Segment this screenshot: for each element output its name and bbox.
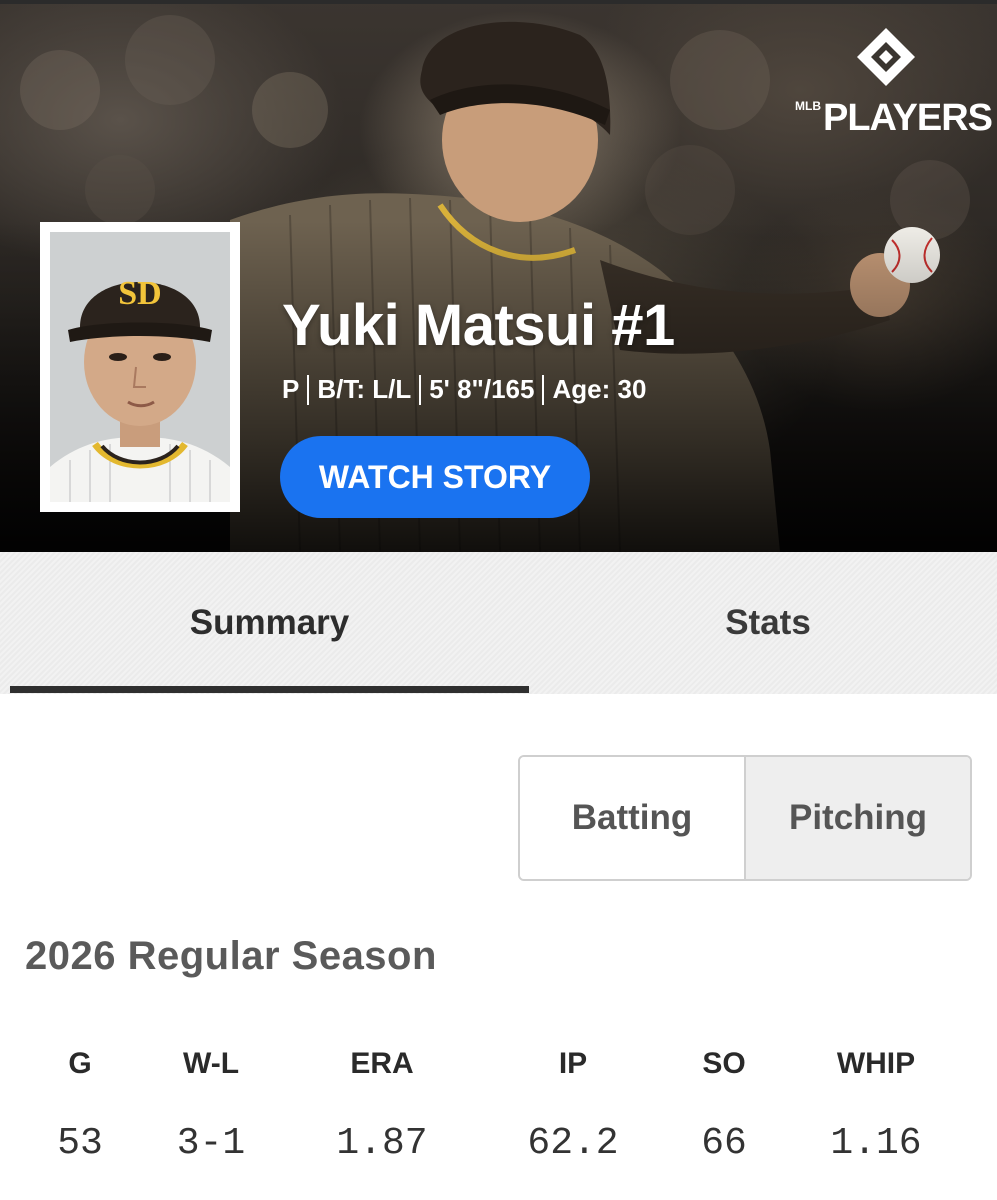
stat-value-era: 1.87	[336, 1122, 428, 1165]
stat-value-ip: 62.2	[527, 1122, 619, 1165]
batting-toggle-button[interactable]: Batting	[520, 757, 744, 879]
tab-bar: Summary Stats	[0, 552, 997, 694]
divider	[307, 374, 310, 405]
stat-value-so: 66	[701, 1122, 747, 1165]
player-position: P	[282, 374, 300, 404]
player-bio-line: P B/T: L/L 5' 8"/165 Age: 30	[282, 374, 646, 405]
divider	[419, 374, 422, 405]
player-height-weight: 5' 8"/165	[429, 374, 535, 404]
hero-banner: MLBPLAYERS SD Yuki Matsui #1 P B/T: L/L …	[0, 0, 997, 552]
stat-header-era: ERA	[350, 1047, 414, 1080]
stat-header-wl: W-L	[182, 1047, 240, 1080]
pitching-toggle-button[interactable]: Pitching	[744, 757, 970, 879]
watch-story-button[interactable]: WATCH STORY	[280, 436, 590, 518]
player-headshot: SD	[40, 222, 240, 512]
batting-pitching-toggle: Batting Pitching	[518, 755, 972, 881]
player-name: Yuki Matsui #1	[282, 293, 675, 358]
top-border	[0, 0, 997, 4]
season-title: 2026 Regular Season	[25, 934, 437, 978]
stat-value-wl: 3-1	[176, 1122, 246, 1165]
divider	[542, 374, 545, 405]
active-tab-indicator	[10, 686, 529, 693]
stat-header-so: SO	[702, 1047, 746, 1080]
cap-logo-text: SD	[118, 275, 161, 312]
stat-header-ip: IP	[558, 1047, 588, 1080]
player-bats-throws: B/T: L/L	[317, 374, 412, 404]
mlb-players-logo: MLBPLAYERS	[795, 26, 993, 139]
diamond-logo-icon	[857, 28, 915, 86]
tab-summary[interactable]: Summary	[10, 552, 529, 694]
logo-wordmark: MLBPLAYERS	[795, 97, 993, 139]
stat-header-whip: WHIP	[836, 1047, 916, 1080]
stat-value-whip: 1.16	[830, 1122, 922, 1165]
player-portrait-image: SD	[50, 232, 230, 502]
player-age: Age: 30	[552, 374, 647, 404]
tab-stats[interactable]: Stats	[529, 552, 997, 694]
